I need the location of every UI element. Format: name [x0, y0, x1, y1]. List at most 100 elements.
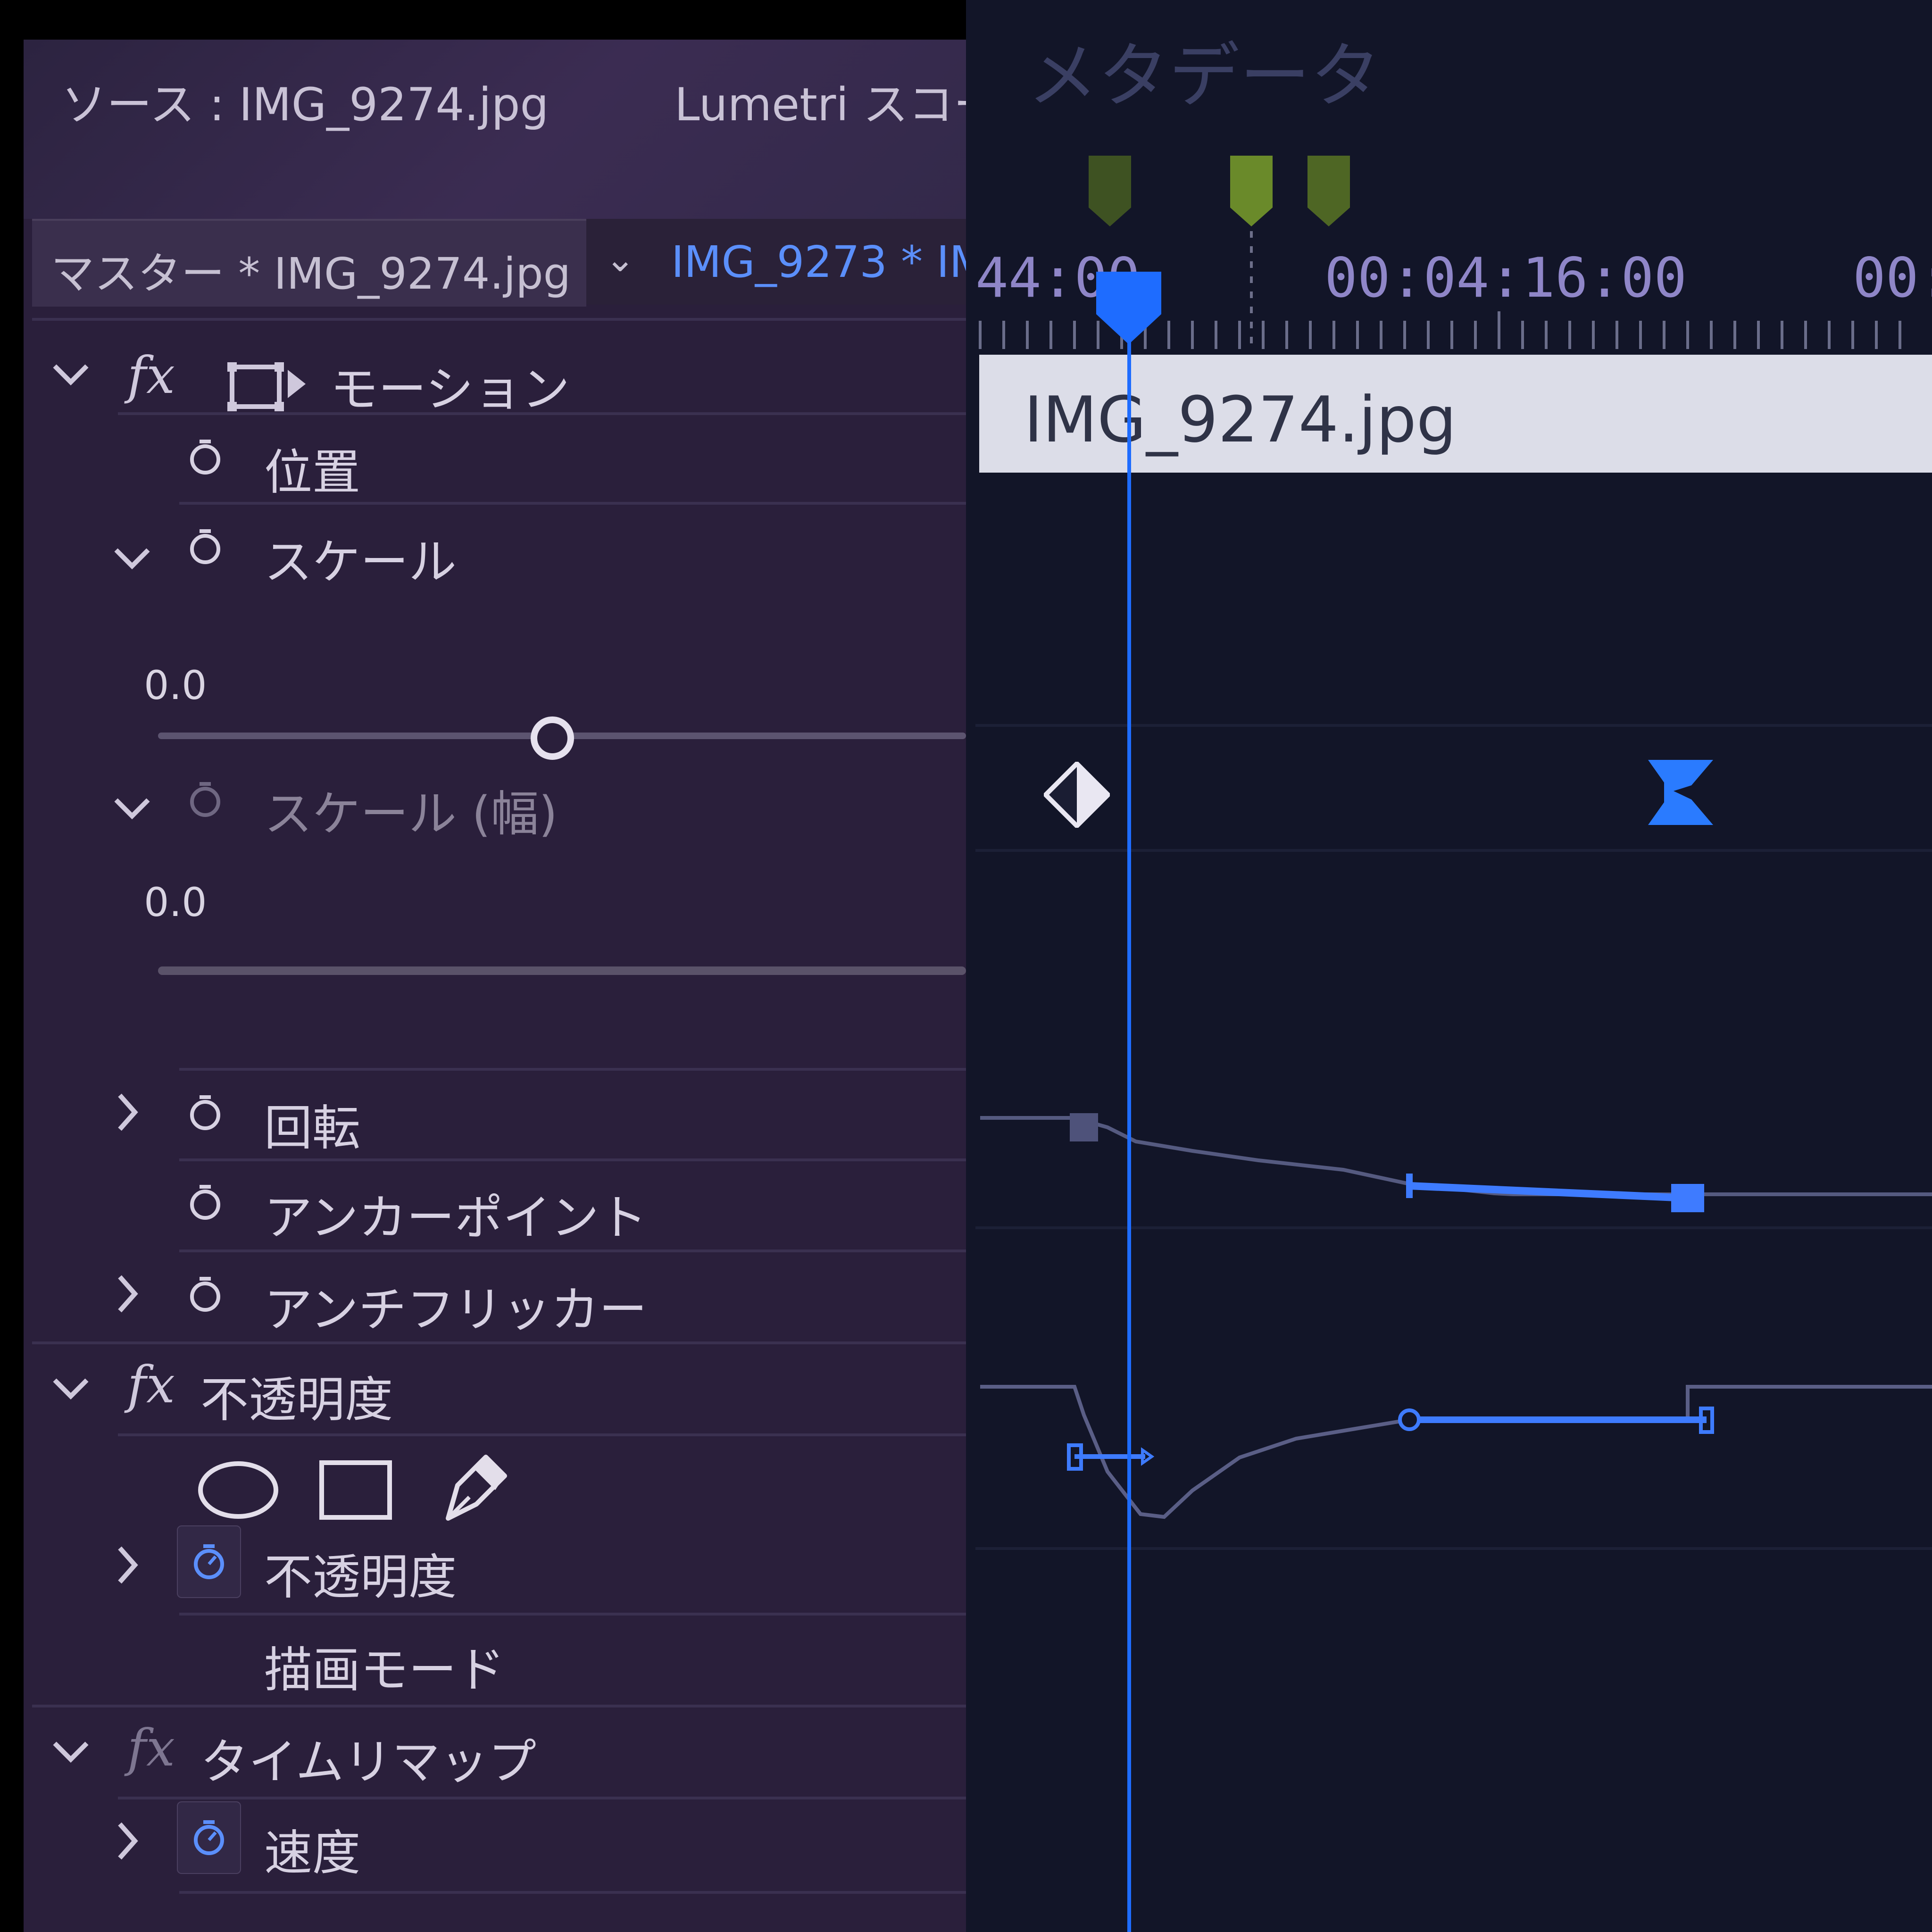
anchor-point-label: アンカーポイント [264, 1190, 647, 1246]
keyframe-handle[interactable] [1070, 1113, 1098, 1141]
divider [118, 412, 966, 415]
tab-source[interactable]: ソース : IMG_9274.jpg [61, 68, 549, 133]
scale-value[interactable]: 0.0 [144, 662, 207, 708]
stopwatch-icon [190, 782, 220, 817]
scale-label: スケール [264, 534, 457, 591]
stopwatch-icon[interactable] [186, 1275, 224, 1313]
keyframe-diamond-icon[interactable] [1044, 762, 1110, 828]
ellipse-mask-icon[interactable] [196, 1457, 281, 1523]
playhead-line[interactable] [1127, 283, 1131, 1932]
divider [32, 1341, 966, 1344]
divider [32, 318, 966, 321]
rotation-row[interactable]: 回転 [24, 1082, 966, 1162]
divider [179, 1613, 966, 1616]
anti-flicker-label: アンチフリッカー [264, 1282, 647, 1338]
keyframe-handle[interactable] [1398, 1408, 1421, 1431]
stopwatch-icon[interactable] [186, 527, 224, 565]
stopwatch-toggle[interactable] [177, 1525, 241, 1598]
keyframe-easing-icon[interactable] [1645, 757, 1716, 828]
position-label: 位置 [264, 445, 360, 501]
stopwatch-active-icon [194, 1544, 224, 1579]
sequence-clip-label: IMG_9273 * IM [671, 237, 966, 287]
clip-name: IMG_9274.jpg [1024, 383, 1457, 457]
timecode-label: 00:04:16:00 [1324, 246, 1687, 310]
divider [118, 1433, 966, 1436]
keyframe-timeline-panel: メタデータ 44:00 00:04:16:00 00: IMG_9274.jpg [966, 0, 1932, 1932]
chevron-down-icon[interactable] [52, 1374, 90, 1403]
speed-value-graph[interactable] [966, 1349, 1932, 1547]
anti-flicker-row[interactable]: アンチフリッカー [24, 1264, 966, 1344]
transform-handle-icon[interactable] [226, 360, 307, 412]
stopwatch-icon[interactable] [186, 438, 224, 475]
chevron-right-icon[interactable] [113, 1091, 142, 1134]
master-clip-label: マスター * IMG_9274.jpg [51, 249, 571, 299]
opacity-value-graph[interactable] [966, 1085, 1932, 1226]
scale-row[interactable]: スケール [24, 516, 966, 596]
time-remap-label: タイムリマップ [200, 1734, 536, 1790]
chevron-down-icon[interactable] [52, 360, 90, 389]
chevron-right-icon[interactable] [113, 1273, 142, 1316]
scale-slider[interactable] [158, 712, 966, 768]
motion-effect-header[interactable]: fx モーション [24, 341, 966, 418]
fx-icon[interactable]: fx [127, 1356, 175, 1415]
scale-width-row[interactable]: スケール (幅) [24, 775, 966, 856]
time-remap-header[interactable]: fx タイムリマップ [24, 1719, 966, 1799]
master-clip-tab[interactable]: マスター * IMG_9274.jpg [32, 219, 586, 307]
speed-label: 速度 [264, 1825, 360, 1882]
fx-icon[interactable]: fx [127, 346, 175, 405]
scale-width-label: スケール (幅) [264, 786, 558, 842]
opacity-effect-header[interactable]: fx 不透明度 [24, 1356, 966, 1436]
marker-icon[interactable] [1307, 156, 1350, 231]
pen-mask-icon[interactable] [429, 1448, 509, 1528]
stopwatch-active-icon [194, 1820, 224, 1855]
keyframe-handle[interactable] [1671, 1184, 1704, 1212]
effect-controls-panel: ソース : IMG_9274.jpg Lumetri スコー マスター * IM… [24, 40, 966, 1932]
stopwatch-toggle[interactable] [177, 1801, 241, 1874]
rotation-label: 回転 [264, 1100, 360, 1157]
opacity-label: 不透明度 [264, 1549, 457, 1606]
scale-width-value: 0.0 [144, 879, 207, 925]
chevron-down-icon[interactable] [52, 1738, 90, 1766]
chevron-down-icon[interactable] [113, 794, 151, 823]
tab-lumetri-scopes[interactable]: Lumetri スコー [675, 68, 966, 133]
divider [975, 1226, 1932, 1229]
position-row[interactable]: 位置 [24, 426, 966, 507]
sequence-clip-tab[interactable]: ⌄ IMG_9273 * IM [586, 219, 966, 305]
marker-icon[interactable] [1230, 156, 1273, 231]
divider [975, 724, 1932, 727]
stopwatch-icon[interactable] [186, 1093, 224, 1131]
opacity-row[interactable]: 不透明度 [24, 1525, 966, 1615]
chevron-down-icon[interactable] [113, 544, 151, 573]
panel-tab-bar: ソース : IMG_9274.jpg Lumetri スコー [24, 40, 966, 219]
marker-icon[interactable] [1089, 156, 1131, 231]
opacity-effect-label: 不透明度 [200, 1372, 393, 1428]
divider [179, 1158, 966, 1161]
divider [118, 1797, 966, 1799]
motion-label: モーション [330, 362, 570, 418]
metadata-tab[interactable]: メタデータ [1027, 19, 1381, 121]
chevron-down-icon[interactable]: ⌄ [605, 238, 635, 280]
scale-width-slider [158, 966, 966, 975]
divider [179, 1249, 966, 1252]
slider-thumb[interactable] [531, 716, 574, 760]
clip-bar[interactable]: IMG_9274.jpg [979, 355, 1932, 473]
clip-tab-bar: マスター * IMG_9274.jpg ⌄ IMG_9273 * IM [32, 219, 966, 307]
divider [179, 502, 966, 505]
blend-mode-label: 描画モード [264, 1642, 505, 1699]
playhead-handle[interactable] [1093, 269, 1164, 349]
fx-icon: fx [127, 1719, 175, 1778]
blend-mode-row[interactable]: 描画モード [24, 1627, 966, 1707]
anchor-point-row[interactable]: アンカーポイント [24, 1172, 966, 1252]
divider [975, 849, 1932, 852]
divider [179, 1068, 966, 1071]
chevron-right-icon[interactable] [113, 1820, 142, 1863]
stopwatch-icon[interactable] [186, 1183, 224, 1221]
rectangle-mask-icon[interactable] [316, 1457, 396, 1523]
timecode-label: 00: [1853, 246, 1932, 310]
chevron-right-icon[interactable] [113, 1544, 142, 1587]
divider [32, 1705, 966, 1707]
divider [975, 1547, 1932, 1550]
speed-row[interactable]: 速度 [24, 1801, 966, 1891]
divider [179, 1891, 966, 1894]
mask-tools-row [24, 1448, 966, 1528]
